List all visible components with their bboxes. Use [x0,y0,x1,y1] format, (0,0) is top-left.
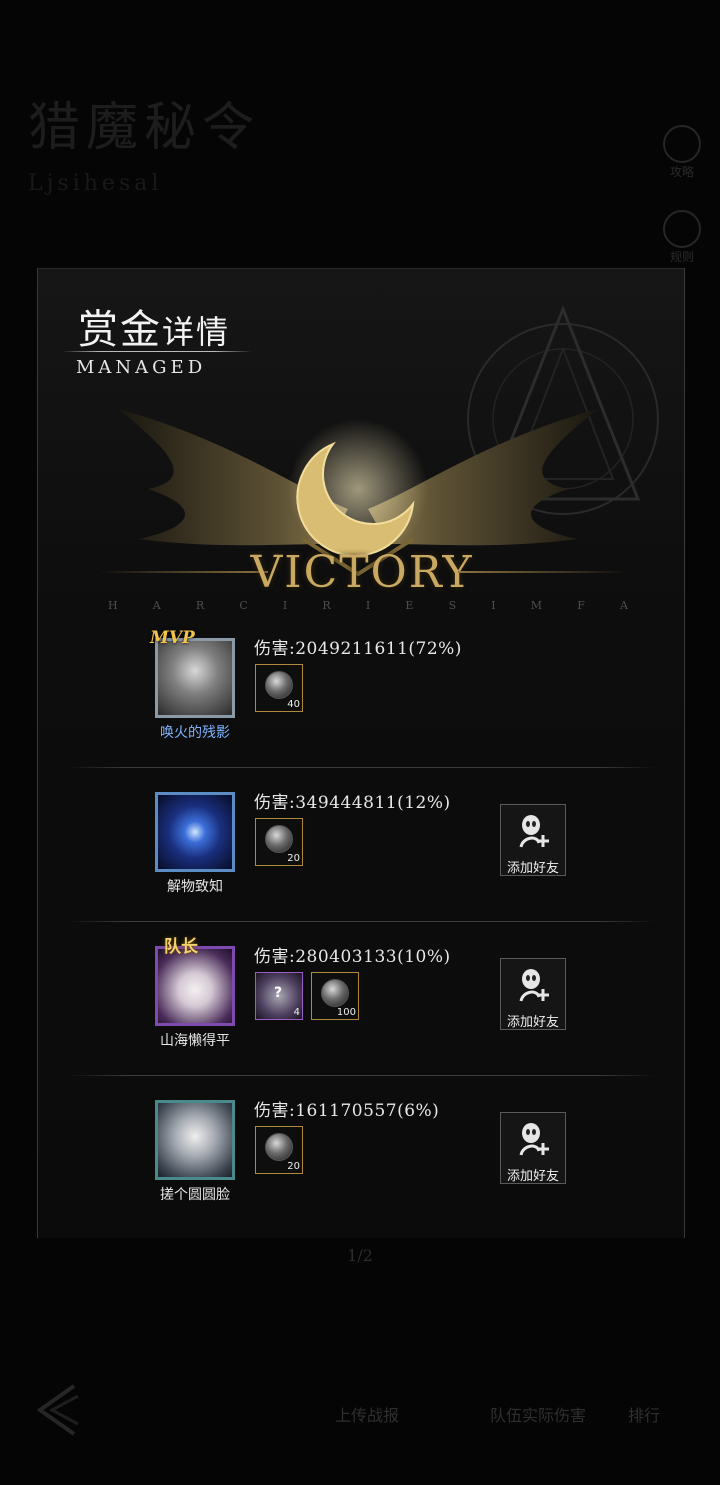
reward-item[interactable]: 100 [311,972,359,1020]
player-name: 解物致知 [167,879,223,895]
add-friend-button[interactable]: 添加好友 [500,958,566,1030]
mystery-mark: ? [274,985,283,1001]
rune-letter: E [405,599,414,612]
rune-letter: A [152,599,161,612]
guide-label: 攻略 [669,165,694,179]
reward-items: 20 [255,818,303,866]
reward-items: 40 [255,664,303,712]
reward-item[interactable]: 20 [255,1126,303,1174]
panel-title: 赏金详情 [78,297,230,355]
reward-items: ? 4 100 [255,972,359,1020]
add-friend-icon [519,969,549,1002]
upload-report-button: 上传战报 [335,1406,400,1425]
player-avatar[interactable] [155,946,235,1026]
background-title: 猎魔秘令 Ljsihesal [28,100,328,220]
damage-text: 伤害:280403133(10%) [254,947,451,967]
team-damage-button: 队伍实际伤害 [490,1406,587,1425]
player-avatar[interactable] [155,792,235,872]
damage-text: 伤害:2049211611(72%) [254,639,462,659]
ranking-button: 排行 [628,1406,661,1425]
reward-items: 20 [255,1126,303,1174]
background-title-text: 猎魔秘令 [28,98,261,158]
reward-item[interactable]: ? 4 [255,972,303,1020]
player-row: 队长 山海懒得平 伤害:280403133(10%) ? 4 100 添加好友 [38,922,686,1076]
player-name: 山海懒得平 [160,1033,230,1049]
orb-icon [265,1133,293,1161]
background-title-sub: Ljsihesal [28,171,163,196]
add-friend-icon [519,1123,549,1156]
player-name: 唤火的残影 [160,725,230,741]
guide-icon [663,125,701,163]
rune-letter: I [491,599,496,612]
rune-letter: I [282,599,288,612]
rune-letter: C [239,599,248,612]
rune-letter: A [620,599,628,612]
rules-label: 规则 [669,250,694,264]
rune-letter: I [365,599,371,612]
guide-button: 攻略 [662,125,702,185]
background-footer: 上传战报 队伍实际伤害 排行 [0,1380,720,1450]
orb-icon [265,825,293,853]
panel-title-main: 赏金 [78,307,162,353]
player-row: 解物致知 伤害:349444811(12%) 20 添加好友 [38,768,686,922]
rules-button: 规则 [662,210,702,270]
rune-letter: H [108,599,118,612]
player-avatar[interactable] [155,1100,235,1180]
item-count: 20 [287,1161,300,1172]
reward-item[interactable]: 40 [255,664,303,712]
rules-icon [663,210,701,248]
player-row: 搓个圆圆脸 伤害:161170557(6%) 20 添加好友 [38,1076,686,1230]
add-friend-label: 添加好友 [506,1015,559,1030]
rune-letter: S [448,599,457,612]
rune-letter: M [530,599,543,612]
rune-letter: R [195,599,205,612]
back-arrow-icon[interactable] [30,1380,84,1440]
rune-letters: H A R C I R I E S I M F A [108,599,628,612]
add-friend-label: 添加好友 [506,861,559,876]
add-friend-button[interactable]: 添加好友 [500,1112,566,1184]
mvp-badge: MVP [150,628,195,648]
victory-line-right [458,571,628,573]
orb-icon [321,979,349,1007]
damage-text: 伤害:349444811(12%) [254,793,451,813]
item-count: 20 [287,853,300,864]
orb-icon [265,671,293,699]
item-count: 40 [287,699,300,710]
damage-text: 伤害:161170557(6%) [254,1101,440,1121]
add-friend-button[interactable]: 添加好友 [500,804,566,876]
player-row: MVP 唤火的残影 伤害:2049211611(72%) 40 [38,614,686,768]
reward-item[interactable]: 20 [255,818,303,866]
player-name: 搓个圆圆脸 [160,1187,230,1203]
panel-title-secondary: 详情 [162,313,231,351]
item-count: 4 [293,1007,300,1018]
add-friend-icon [519,815,549,848]
rune-letter: F [577,599,585,612]
bounty-details-panel: 赏金详情 MANAGED VICTORY H A R C I R I E S I… [37,268,685,1238]
player-avatar[interactable] [155,638,235,718]
page-indicator: 1/2 [347,1246,373,1265]
add-friend-label: 添加好友 [506,1169,559,1184]
item-count: 100 [336,1007,356,1018]
title-divider [62,351,252,352]
rune-letter: R [322,599,331,612]
captain-badge: 队长 [164,937,198,957]
